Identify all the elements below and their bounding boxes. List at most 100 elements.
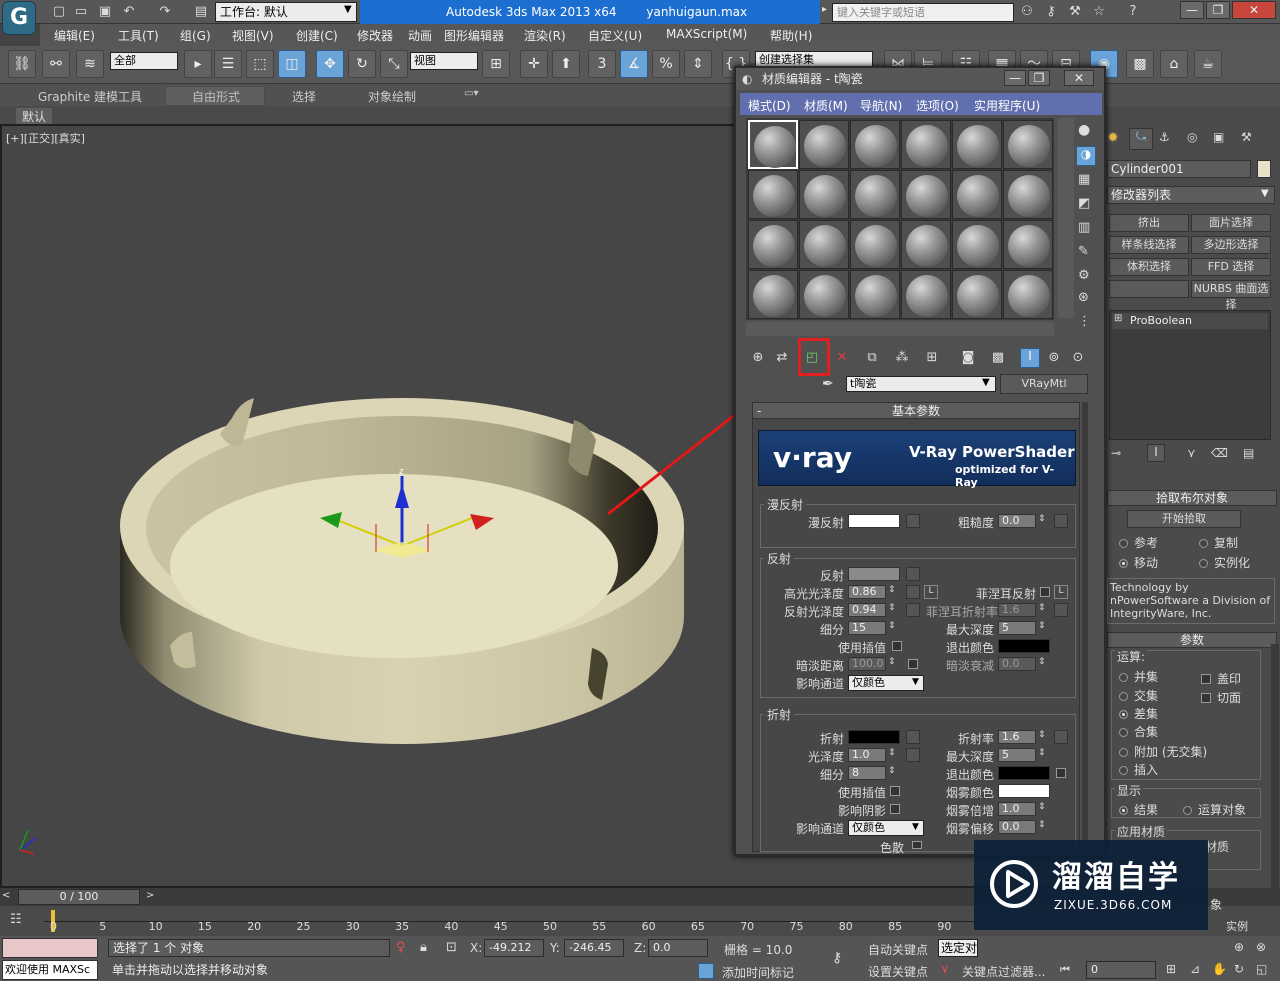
spinner-arrows-icon[interactable]: ⇕ bbox=[1038, 820, 1046, 830]
spinner-arrows-icon[interactable]: ⇕ bbox=[1038, 621, 1046, 631]
sample-slot[interactable] bbox=[748, 120, 798, 169]
dim-falloff-spinner[interactable]: 0.0 bbox=[998, 657, 1036, 671]
menu-help[interactable]: 帮助(H) bbox=[770, 27, 812, 44]
spinner-arrows-icon[interactable]: ⇕ bbox=[1038, 730, 1046, 740]
op-subtraction[interactable]: 差集 bbox=[1119, 705, 1158, 722]
options-icon[interactable]: ⚙ bbox=[1078, 268, 1090, 283]
modifier-stack[interactable]: ⊞ ProBoolean bbox=[1109, 310, 1271, 440]
mat-menu-mode[interactable]: 模式(D) bbox=[748, 97, 791, 114]
create-tab-icon[interactable]: ✹ bbox=[1107, 130, 1119, 146]
sample-slot[interactable] bbox=[1003, 270, 1053, 319]
menu-maxscript[interactable]: MAXScript(M) bbox=[666, 27, 747, 41]
sample-slot[interactable] bbox=[1003, 220, 1053, 269]
slots-hscrollbar[interactable] bbox=[746, 322, 1054, 336]
unlink-icon[interactable]: ⚯ bbox=[42, 50, 70, 78]
refr-exit-checkbox[interactable] bbox=[1056, 768, 1066, 778]
sample-slot[interactable] bbox=[850, 170, 900, 219]
refl-subdivs-spinner[interactable]: 15 bbox=[848, 621, 886, 635]
refr-max-depth-spinner[interactable]: 5 bbox=[998, 748, 1036, 762]
time-slider-thumb[interactable]: 0 / 100 bbox=[18, 889, 140, 905]
params-rollout-header[interactable]: 参数 bbox=[1107, 632, 1277, 648]
close-button[interactable]: ✕ bbox=[1232, 1, 1276, 19]
sample-slot[interactable] bbox=[799, 170, 849, 219]
render-setup-icon[interactable]: ▩ bbox=[1126, 50, 1154, 78]
spinner-arrows-icon[interactable]: ⇕ bbox=[1038, 657, 1046, 667]
sample-slot[interactable] bbox=[1003, 120, 1053, 169]
menu-tools[interactable]: 工具(T) bbox=[118, 27, 159, 44]
favorites-star-icon[interactable]: ☆ bbox=[1090, 3, 1108, 21]
video-color-check-icon[interactable]: ▥ bbox=[1078, 220, 1090, 235]
material-id-icon[interactable]: ◙ bbox=[958, 350, 978, 368]
sample-slot[interactable] bbox=[850, 120, 900, 169]
x-coord-field[interactable]: -49.212 bbox=[484, 939, 544, 957]
communication-icon[interactable]: ⚒ bbox=[1066, 3, 1084, 21]
show-shaded-map-icon[interactable]: ▩ bbox=[988, 350, 1008, 368]
reflect-map-button[interactable] bbox=[906, 567, 920, 581]
dispersion-checkbox[interactable] bbox=[912, 841, 922, 849]
modifier-list-dropdown[interactable]: 修改器列表 bbox=[1107, 186, 1275, 204]
hierarchy-tab-icon[interactable]: ⚓ bbox=[1159, 130, 1170, 144]
expand-arrow-icon[interactable]: ▸ bbox=[822, 4, 827, 15]
remove-modifier-icon[interactable]: ⌫ bbox=[1211, 446, 1228, 460]
menu-group[interactable]: 组(G) bbox=[180, 27, 211, 44]
spinner-snap-icon[interactable]: ⇕ bbox=[684, 50, 712, 78]
sample-type-icon[interactable]: ● bbox=[1078, 122, 1090, 138]
sample-slot[interactable] bbox=[952, 120, 1002, 169]
imprint-checkbox[interactable]: 盖印 bbox=[1201, 670, 1241, 687]
uv-tiling-icon[interactable]: ◩ bbox=[1078, 196, 1090, 211]
refl-gloss-spinner[interactable]: 0.94 bbox=[848, 603, 886, 617]
spinner-arrows-icon[interactable]: ⇕ bbox=[888, 748, 896, 758]
spinner-arrows-icon[interactable]: ⇕ bbox=[888, 603, 896, 613]
spinner-arrows-icon[interactable]: ⇕ bbox=[888, 657, 896, 667]
subscription-icon[interactable]: ⚷ bbox=[1042, 3, 1060, 21]
material-name-field[interactable]: t陶瓷 bbox=[846, 376, 996, 392]
refl-exit-color-swatch[interactable] bbox=[998, 639, 1050, 653]
object-name-field[interactable]: Cylinder001 bbox=[1107, 160, 1251, 178]
rendered-frame-icon[interactable]: ⌂ bbox=[1160, 50, 1188, 78]
mod-btn-poly-select[interactable]: 多边形选择 bbox=[1191, 236, 1271, 254]
viewport-label[interactable]: [+][正交][真实] bbox=[6, 130, 85, 146]
spinner-arrows-icon[interactable]: ⇕ bbox=[888, 766, 896, 776]
pick-option-instance[interactable]: 实例化 bbox=[1199, 554, 1250, 571]
sample-slot[interactable] bbox=[748, 220, 798, 269]
select-by-material-icon[interactable]: ⊛ bbox=[1078, 290, 1089, 305]
mod-btn-empty[interactable] bbox=[1109, 280, 1189, 298]
ref-coord-dropdown[interactable]: 视图 bbox=[410, 52, 478, 70]
modify-tab-icon[interactable]: ⤿ bbox=[1129, 128, 1153, 150]
eyedropper-icon[interactable]: ✒ bbox=[822, 376, 834, 392]
mod-btn-nurbs-select[interactable]: NURBS 曲面选择 bbox=[1191, 280, 1271, 311]
undo-icon[interactable]: ↶ bbox=[120, 3, 138, 21]
menu-animation[interactable]: 动画 bbox=[408, 27, 432, 44]
key-filters[interactable]: 关键点过滤器... bbox=[962, 963, 1045, 980]
op-attach[interactable]: 附加 (无交集) bbox=[1119, 743, 1207, 760]
time-tag-icon[interactable] bbox=[698, 963, 714, 979]
background-checker-icon[interactable]: ▦ bbox=[1078, 172, 1090, 187]
mod-btn-ffd-select[interactable]: FFD 选择 bbox=[1191, 258, 1271, 276]
start-pick-button[interactable]: 开始拾取 bbox=[1127, 510, 1241, 528]
project-folder-icon[interactable]: ▤ bbox=[192, 3, 210, 21]
select-by-name-icon[interactable]: ☰ bbox=[214, 50, 242, 78]
affect-shadows-checkbox[interactable] bbox=[890, 804, 900, 814]
zoom-extents-icon[interactable]: ⊞ bbox=[1166, 962, 1176, 976]
restore-button[interactable]: ❐ bbox=[1206, 1, 1230, 19]
menu-views[interactable]: 视图(V) bbox=[232, 27, 274, 44]
diffuse-color-swatch[interactable] bbox=[848, 514, 900, 528]
auto-key-label[interactable]: 自动关键点 bbox=[868, 941, 928, 958]
app-logo-icon[interactable]: G bbox=[2, 1, 36, 35]
material-map-navigator-icon[interactable]: ⋮ bbox=[1078, 314, 1091, 329]
selection-filter-dropdown[interactable]: 全部 bbox=[110, 52, 178, 70]
fog-bias-spinner[interactable]: 0.0 bbox=[998, 820, 1036, 834]
panel-scrollbar[interactable] bbox=[1271, 644, 1279, 924]
pick-rollout-header[interactable]: 拾取布尔对象 bbox=[1107, 490, 1277, 506]
display-operands[interactable]: 运算对象 bbox=[1183, 801, 1246, 818]
menu-rendering[interactable]: 渲染(R) bbox=[524, 27, 566, 44]
key-icon[interactable]: ⚷ bbox=[832, 950, 842, 966]
pick-option-copy[interactable]: 复制 bbox=[1199, 534, 1238, 551]
field-of-view-icon[interactable]: ⊿ bbox=[1190, 962, 1200, 976]
op-merge[interactable]: 合集 bbox=[1119, 723, 1158, 740]
configure-sets-icon[interactable]: ▤ bbox=[1243, 446, 1254, 460]
mat-minimize-button[interactable]: — bbox=[1004, 70, 1026, 86]
selected-set-dropdown[interactable]: 选定对 bbox=[938, 939, 978, 957]
fresnel-ior-spinner[interactable]: 1.6 bbox=[998, 603, 1036, 617]
ribbon-tab-selection[interactable]: 选择 bbox=[292, 88, 316, 105]
